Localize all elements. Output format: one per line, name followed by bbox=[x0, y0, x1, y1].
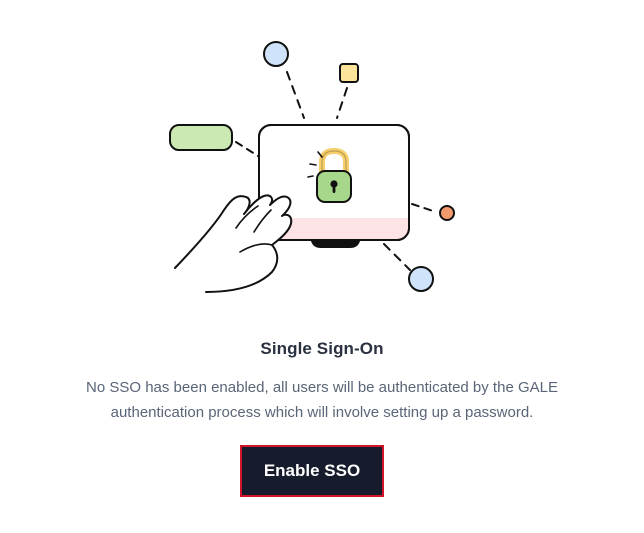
orange-node bbox=[439, 205, 455, 221]
blue-node-bottom bbox=[408, 266, 434, 292]
connector-top-yellow bbox=[336, 87, 348, 119]
blue-node-top bbox=[263, 41, 289, 67]
connector-bottom-blue bbox=[383, 243, 411, 271]
enable-sso-button[interactable]: Enable SSO bbox=[240, 445, 384, 497]
sso-description: No SSO has been enabled, all users will … bbox=[86, 379, 558, 421]
connector-top-blue bbox=[286, 71, 305, 119]
green-pill-node bbox=[169, 124, 233, 151]
hand-illustration bbox=[174, 194, 293, 293]
yellow-node bbox=[339, 63, 359, 83]
sso-empty-state: Single Sign-On No SSO has been enabled, … bbox=[0, 0, 644, 533]
page-title: Single Sign-On bbox=[260, 339, 384, 358]
connector-right-orange bbox=[411, 203, 437, 213]
connector-left-pill bbox=[235, 141, 259, 157]
sso-illustration bbox=[169, 41, 455, 293]
